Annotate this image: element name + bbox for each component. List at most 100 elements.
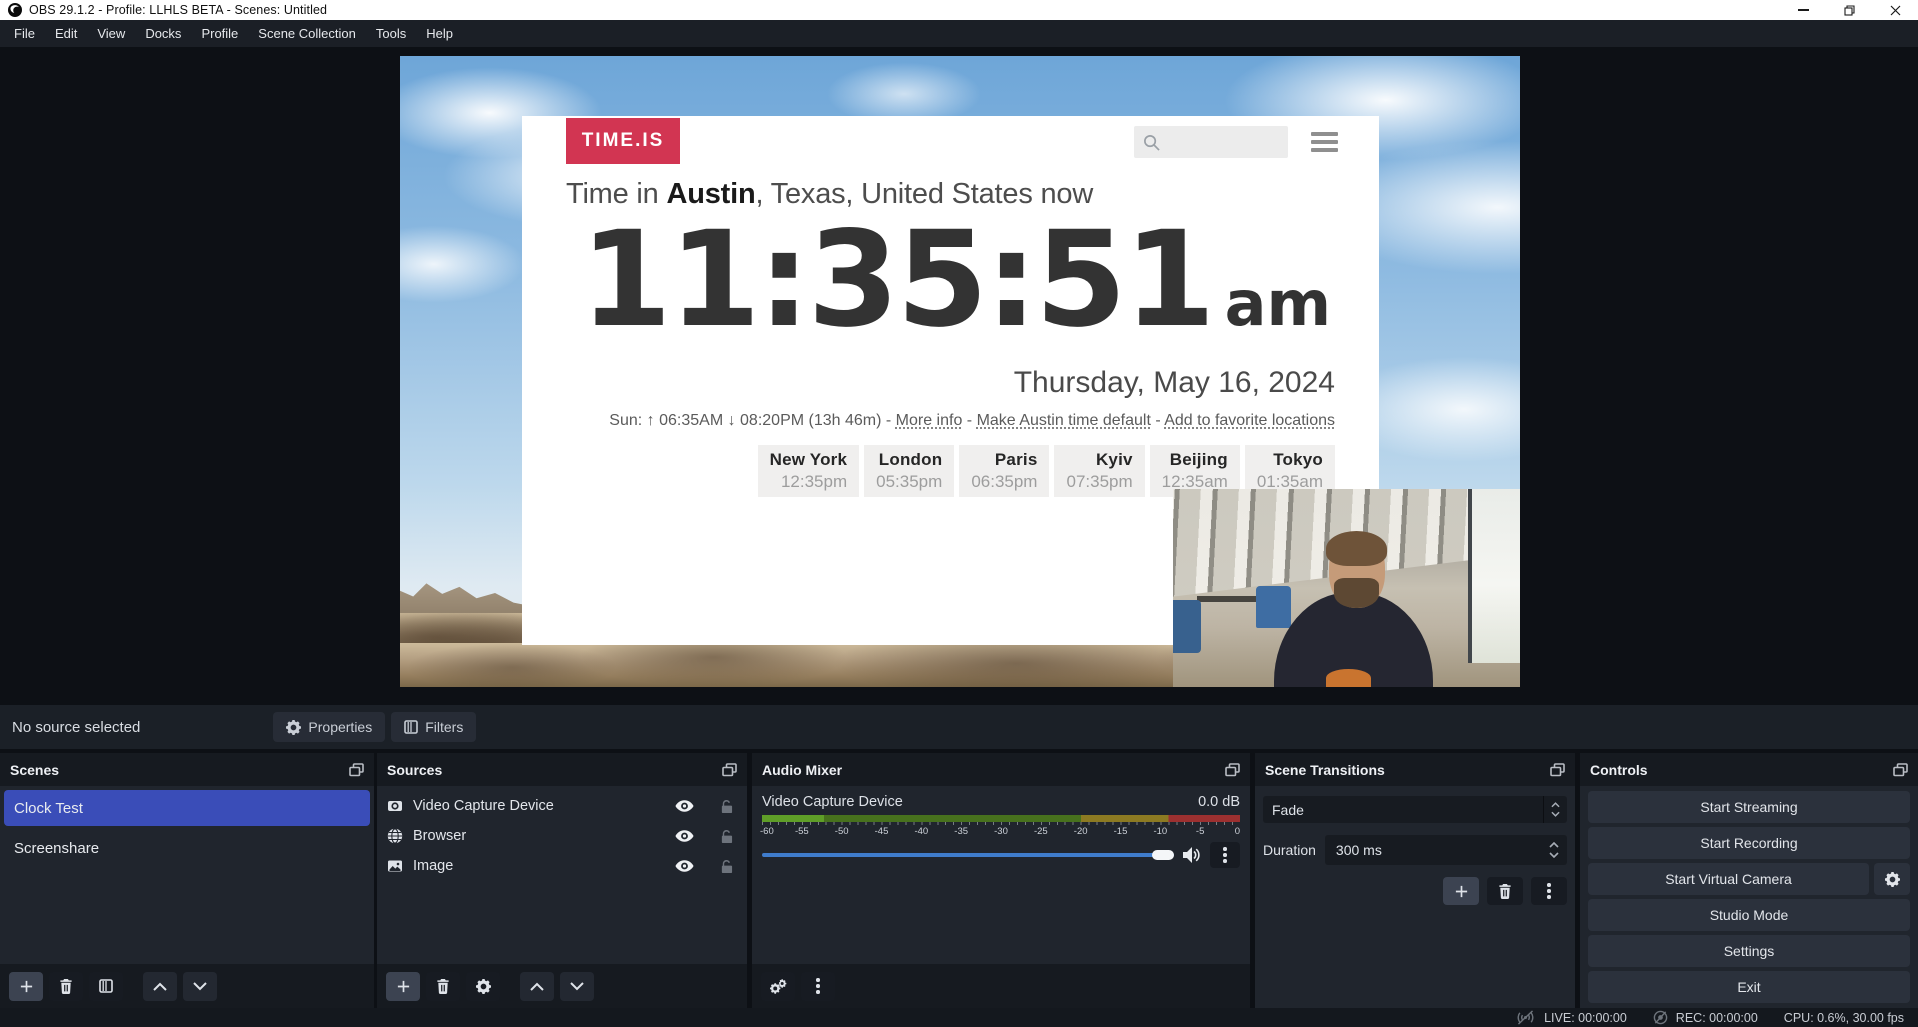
globe-icon [387,828,403,844]
start-virtual-camera-button[interactable]: Start Virtual Camera [1588,863,1869,895]
menu-edit[interactable]: Edit [45,20,87,47]
exit-button[interactable]: Exit [1588,971,1910,1003]
transition-properties-button[interactable] [1531,877,1567,905]
eye-icon[interactable] [675,800,694,812]
menu-profile[interactable]: Profile [191,20,248,47]
kebab-icon [1223,853,1227,857]
studio-mode-button[interactable]: Studio Mode [1588,899,1910,931]
double-gear-icon [770,979,787,994]
popout-icon[interactable] [722,763,737,777]
search-box [1134,126,1288,158]
clock-display: 11:35:51 am [580,218,1331,343]
audio-mixer-panel: Audio Mixer Video Capture Device 0.0 dB … [752,753,1250,1008]
chevron-up-icon [1549,842,1559,848]
popout-icon[interactable] [1893,763,1908,777]
titlebar: OBS 29.1.2 - Profile: LLHLS BETA - Scene… [0,0,1918,20]
move-source-up-button[interactable] [520,972,554,1001]
webcam-chair [1173,600,1201,653]
preview-area: TIME.IS Time in Austin, Texas, United St… [0,47,1918,705]
volume-slider-handle[interactable] [1152,850,1174,860]
source-item-video-capture[interactable]: Video Capture Device [377,791,747,821]
minimize-button[interactable] [1780,0,1826,20]
webcam-person-hair [1326,531,1387,567]
program-canvas[interactable]: TIME.IS Time in Austin, Texas, United St… [400,56,1520,687]
menu-docks[interactable]: Docks [135,20,191,47]
volume-slider[interactable] [762,853,1174,857]
scene-item-screenshare[interactable]: Screenshare [4,830,370,866]
advanced-audio-button[interactable] [761,972,795,1001]
scene-filters-button[interactable] [89,972,123,1001]
settings-button[interactable]: Settings [1588,935,1910,967]
menu-tools[interactable]: Tools [366,20,416,47]
controls-header: Controls [1580,753,1918,786]
close-icon [1890,5,1901,16]
mixer-channel-menu-button[interactable] [1210,842,1240,868]
lock-icon[interactable] [720,799,733,814]
trash-icon [1498,884,1512,899]
menu-scene-collection[interactable]: Scene Collection [248,20,366,47]
sources-header: Sources [377,753,747,786]
remove-source-button[interactable] [426,972,460,1001]
gear-icon [1885,872,1900,887]
chevron-down-icon [570,982,584,991]
source-properties-button[interactable] [466,972,500,1001]
remove-transition-button[interactable] [1487,877,1523,905]
clock-meridiem: am [1225,267,1331,340]
move-source-down-button[interactable] [560,972,594,1001]
window-controls [1780,0,1918,20]
add-favorite-link: Add to favorite locations [1164,412,1335,429]
controls-panel: Controls Start Streaming Start Recording… [1580,753,1918,1008]
mixer-menu-button[interactable] [801,972,835,1001]
more-info-link: More info [896,412,963,429]
city-paris: Paris06:35pm [959,445,1049,497]
filters-button[interactable]: Filters [391,712,476,742]
sources-panel: Sources Video Capture Device Browser [377,753,747,1008]
eye-icon[interactable] [675,830,694,842]
transition-select[interactable]: Fade [1263,796,1567,823]
combo-spinner[interactable] [1543,796,1567,823]
sources-list: Video Capture Device Browser Image [377,786,747,964]
close-button[interactable] [1872,0,1918,20]
chevron-up-icon [1551,802,1560,808]
source-toolbar: No source selected Properties Filters [0,705,1918,749]
start-recording-button[interactable]: Start Recording [1588,827,1910,859]
menu-help[interactable]: Help [416,20,463,47]
lock-icon[interactable] [720,859,733,874]
chevron-down-icon [193,982,207,991]
current-date: Thursday, May 16, 2024 [1014,366,1335,400]
chevron-up-icon [153,982,167,991]
speaker-icon[interactable] [1183,847,1201,863]
virtual-camera-config-button[interactable] [1874,863,1910,895]
add-source-button[interactable] [386,972,420,1001]
popout-icon[interactable] [349,763,364,777]
restore-button[interactable] [1826,0,1872,20]
webcam-orange-object [1326,669,1371,687]
kebab-icon [1547,889,1551,893]
add-scene-button[interactable] [9,972,43,1001]
duration-input[interactable]: 300 ms [1325,835,1567,865]
remove-scene-button[interactable] [49,972,83,1001]
menu-file[interactable]: File [4,20,45,47]
audio-mixer-header: Audio Mixer [752,753,1250,786]
start-streaming-button[interactable]: Start Streaming [1588,791,1910,823]
webcam-window [1468,489,1520,663]
source-item-browser[interactable]: Browser [377,821,747,851]
properties-button[interactable]: Properties [273,712,385,742]
lock-icon[interactable] [720,829,733,844]
clock-time: 11:35:51 [580,218,1213,343]
move-scene-up-button[interactable] [143,972,177,1001]
move-scene-down-button[interactable] [183,972,217,1001]
popout-icon[interactable] [1550,763,1565,777]
mixer-level-db: 0.0 dB [1198,794,1240,810]
scene-item-clock-test[interactable]: Clock Test [4,790,370,826]
scenes-list: Clock Test Screenshare [0,786,374,964]
plus-icon [396,979,411,994]
menu-view[interactable]: View [87,20,135,47]
live-status: LIVE: 00:00:00 [1515,1010,1627,1025]
add-transition-button[interactable] [1443,877,1479,905]
eye-icon[interactable] [675,860,694,872]
popout-icon[interactable] [1225,763,1240,777]
source-item-image[interactable]: Image [377,851,747,881]
camera-icon [387,798,403,814]
audio-mixer-toolbar [752,964,1250,1008]
